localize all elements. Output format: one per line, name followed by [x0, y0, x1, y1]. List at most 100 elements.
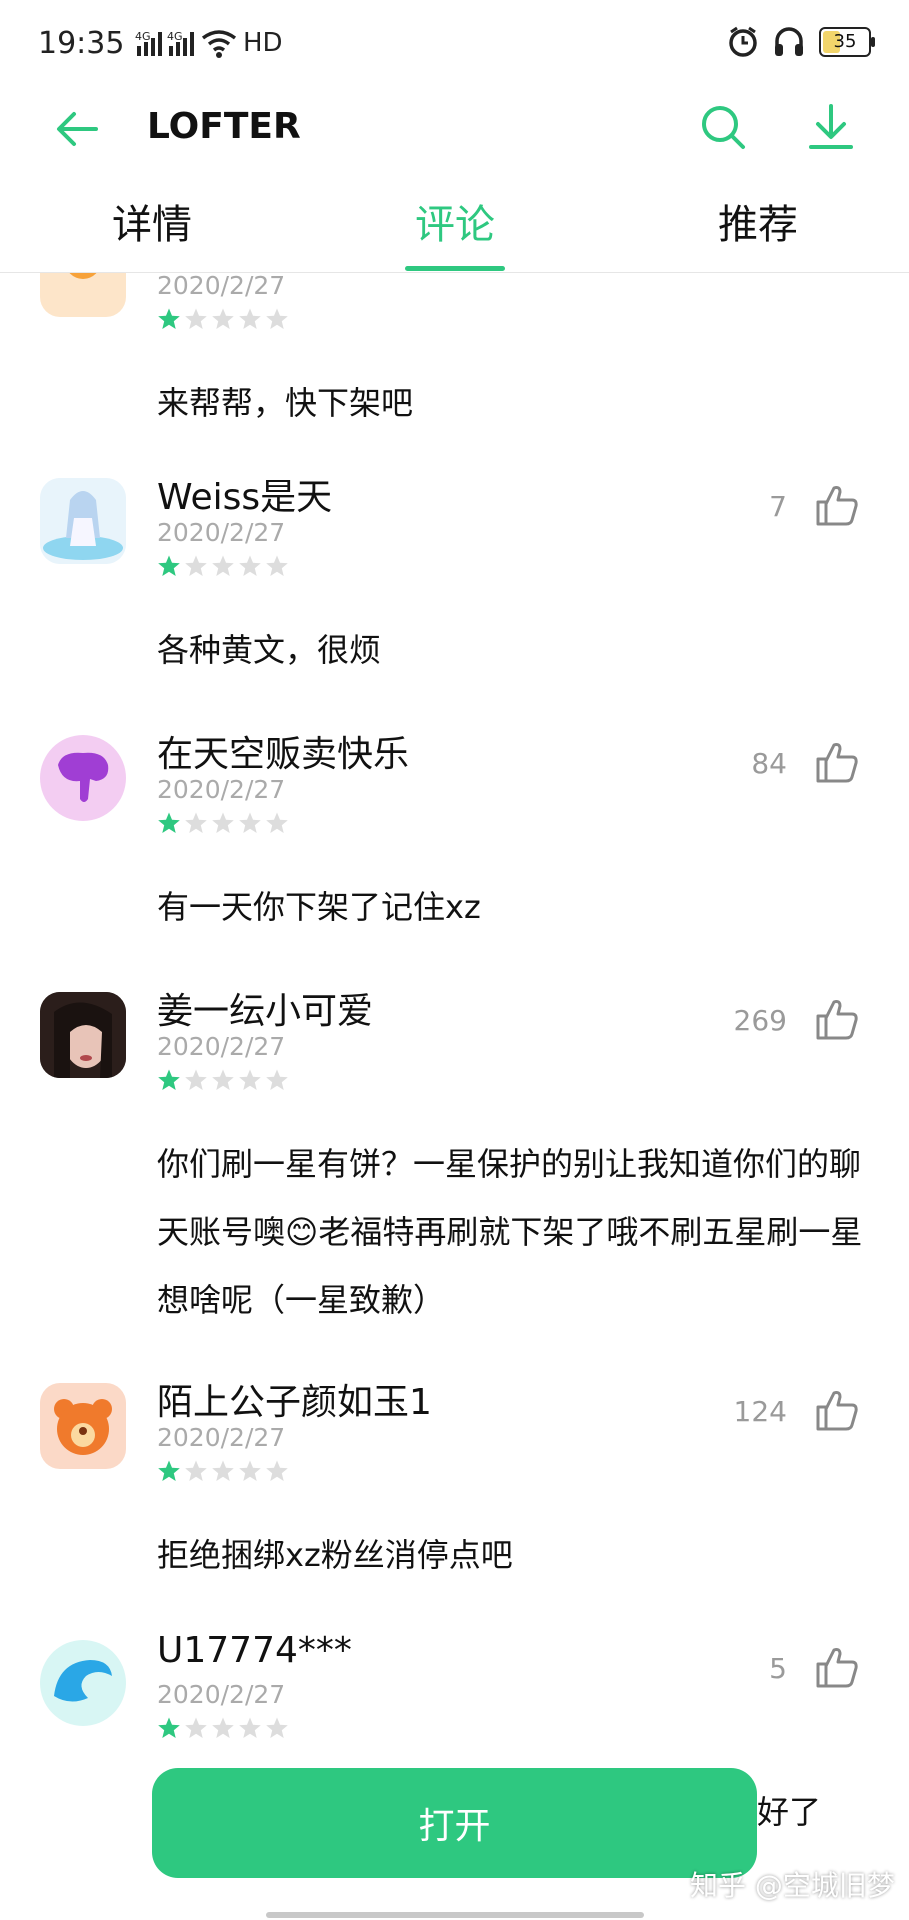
- star-filled-icon: [158, 555, 180, 576]
- headphones-icon: [775, 27, 803, 56]
- comment-text: 好了: [757, 1793, 822, 1831]
- like-count: 269: [733, 1004, 787, 1037]
- star-empty-icon: [239, 308, 261, 329]
- avatar[interactable]: [40, 1640, 126, 1726]
- star-empty-icon: [212, 308, 234, 329]
- thumbs-up-icon[interactable]: [814, 1387, 860, 1433]
- like-count: 84: [751, 747, 787, 780]
- avatar[interactable]: [40, 992, 126, 1078]
- avatar-elephant-icon: [58, 752, 109, 802]
- comment-date: 2020/2/27: [157, 775, 286, 804]
- star-empty-icon: [212, 1717, 234, 1738]
- comment-username[interactable]: 在天空贩卖快乐: [157, 725, 409, 777]
- star-empty-icon: [185, 1717, 207, 1738]
- comment-text: 有一天你下架了记住xz: [157, 888, 481, 926]
- status-time: 19:35: [38, 26, 125, 61]
- star-rating: [157, 554, 289, 578]
- like-count: 7: [769, 490, 787, 523]
- status-bar: 19:35 4G 4G HD 35: [0, 0, 909, 90]
- star-filled-icon: [158, 812, 180, 833]
- signal-icon: 4G 4G: [135, 30, 194, 56]
- avatar-wave-icon: [54, 1660, 112, 1702]
- svg-text:4G: 4G: [167, 30, 183, 43]
- tab-recommend[interactable]: 推荐: [718, 192, 798, 250]
- tab-bar: 详情 评论 推荐: [0, 180, 909, 273]
- star-filled-icon: [158, 1069, 180, 1090]
- star-empty-icon: [239, 1717, 261, 1738]
- back-arrow-icon[interactable]: [52, 104, 102, 154]
- star-empty-icon: [266, 1069, 288, 1090]
- battery-icon: 35: [819, 27, 875, 57]
- avatar[interactable]: [40, 273, 126, 317]
- home-indicator[interactable]: [266, 1912, 644, 1918]
- comment-date: 2020/2/27: [157, 1032, 286, 1061]
- comment-text: 各种黄文，很烦: [157, 631, 382, 669]
- star-empty-icon: [239, 1460, 261, 1481]
- star-empty-icon: [266, 812, 288, 833]
- wifi-icon: [201, 30, 237, 58]
- comment-username[interactable]: Weiss是天: [157, 468, 332, 520]
- avatar[interactable]: [40, 478, 126, 564]
- star-empty-icon: [185, 308, 207, 329]
- star-empty-icon: [185, 1460, 207, 1481]
- avatar-anime-girl-icon: [40, 478, 126, 564]
- like-count: 124: [733, 1395, 787, 1428]
- comment-date: 2020/2/27: [157, 518, 286, 547]
- star-empty-icon: [185, 555, 207, 576]
- star-empty-icon: [266, 1460, 288, 1481]
- download-icon[interactable]: [806, 102, 856, 152]
- hd-indicator: HD: [243, 28, 283, 58]
- star-rating: [157, 1716, 289, 1740]
- avatar-bear-icon: [54, 1399, 112, 1455]
- thumbs-up-icon[interactable]: [814, 739, 860, 785]
- star-rating: [157, 1068, 289, 1092]
- thumbs-up-icon[interactable]: [814, 1644, 860, 1690]
- comment-list[interactable]: 2020/2/27 来帮帮，快下架吧 Weiss是天 2020/2/27 7 各…: [0, 273, 909, 1920]
- comment-text: 拒绝捆绑xz粉丝消停点吧: [157, 1536, 513, 1574]
- comment-date: 2020/2/27: [157, 273, 286, 300]
- star-empty-icon: [185, 1069, 207, 1090]
- tab-comments[interactable]: 评论: [415, 192, 495, 250]
- star-empty-icon: [239, 1069, 261, 1090]
- avatar[interactable]: [40, 1383, 126, 1469]
- tab-details[interactable]: 详情: [112, 192, 192, 250]
- star-rating: [157, 811, 289, 835]
- comment-text: 来帮帮，快下架吧: [157, 384, 414, 422]
- star-empty-icon: [212, 1460, 234, 1481]
- app-title: LOFTER: [147, 106, 301, 147]
- like-count: 5: [769, 1652, 787, 1685]
- star-empty-icon: [266, 1717, 288, 1738]
- star-filled-icon: [158, 308, 180, 329]
- star-rating: [157, 1459, 289, 1483]
- star-empty-icon: [266, 308, 288, 329]
- star-empty-icon: [212, 1069, 234, 1090]
- star-filled-icon: [158, 1460, 180, 1481]
- avatar[interactable]: [40, 735, 126, 821]
- comment-username[interactable]: 姜一纭小可爱: [157, 982, 373, 1034]
- comment-username[interactable]: U17774***: [157, 1630, 352, 1671]
- star-empty-icon: [266, 555, 288, 576]
- open-app-button[interactable]: 打开: [152, 1768, 757, 1878]
- avatar-orange-icon: [69, 273, 97, 279]
- comment-text: 你们刷一星有饼？一星保护的别让我知道你们的聊天账号噢😊老福特再刷就下架了哦不刷五…: [157, 1145, 863, 1319]
- thumbs-up-icon[interactable]: [814, 996, 860, 1042]
- app-bar: LOFTER: [0, 90, 909, 170]
- star-empty-icon: [239, 812, 261, 833]
- star-rating: [157, 307, 289, 331]
- comment-date: 2020/2/27: [157, 1423, 286, 1452]
- star-empty-icon: [212, 555, 234, 576]
- star-empty-icon: [239, 555, 261, 576]
- comment-date: 2020/2/27: [157, 1680, 286, 1709]
- svg-text:4G: 4G: [135, 30, 151, 43]
- star-empty-icon: [185, 812, 207, 833]
- tab-indicator: [405, 266, 505, 271]
- alarm-icon: [729, 26, 757, 57]
- battery-text: 35: [833, 31, 857, 52]
- thumbs-up-icon[interactable]: [814, 482, 860, 528]
- star-filled-icon: [158, 1717, 180, 1738]
- status-network-icons: 4G 4G HD: [135, 28, 283, 58]
- search-icon[interactable]: [698, 102, 748, 152]
- status-right-icons: 35: [727, 26, 875, 58]
- comment-username[interactable]: 陌上公子颜如玉1: [157, 1373, 432, 1425]
- star-empty-icon: [212, 812, 234, 833]
